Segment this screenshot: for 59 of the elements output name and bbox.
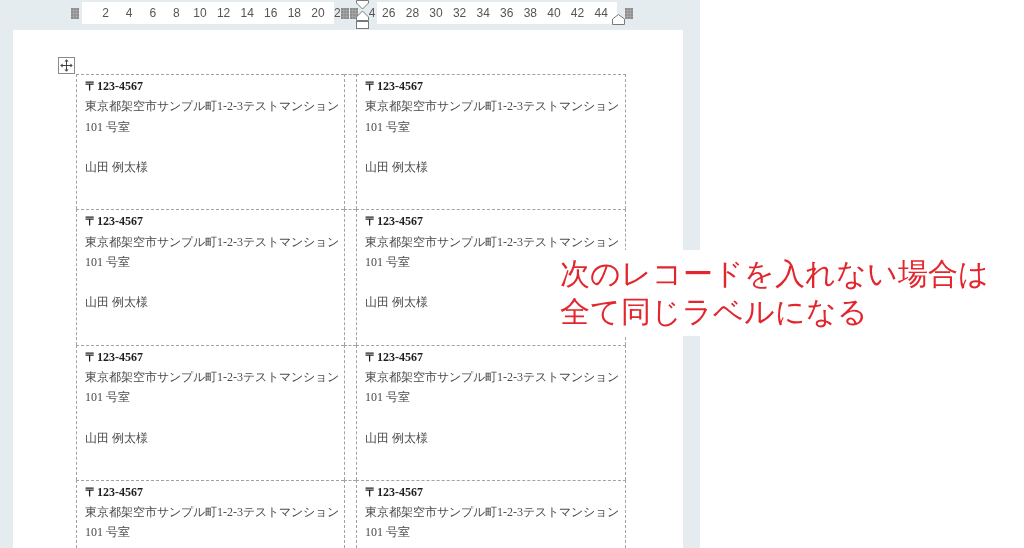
room-text: 101 号室	[85, 253, 130, 271]
postal-code-text: 〒123-4567	[85, 78, 143, 95]
address-text: 東京都架空市サンプル町1-2-3テストマンション	[85, 504, 339, 522]
ruler-number: 34	[476, 6, 490, 20]
ruler-number: 42	[570, 6, 585, 20]
postal-code-text: 〒123-4567	[85, 348, 143, 366]
recipient-name-text: 山田 例太様	[85, 294, 148, 312]
ruler-number: 28	[405, 6, 420, 20]
address-text: 東京都架空市サンプル町1-2-3テストマンション	[85, 233, 339, 251]
room-text: 101 号室	[365, 118, 410, 136]
address-text: 東京都架空市サンプル町1-2-3テストマンション	[85, 98, 339, 116]
indent-marker-icon[interactable]	[355, 0, 369, 29]
address-text: 東京都架空市サンプル町1-2-3テストマンション	[365, 233, 619, 251]
postal-code-text: 〒123-4567	[365, 483, 423, 501]
room-text: 101 号室	[85, 389, 130, 407]
ruler-number: 10	[193, 6, 207, 20]
column-marker-icon[interactable]	[625, 8, 633, 19]
recipient-name-text: 山田 例太様	[85, 159, 148, 177]
address-text: 東京都架空市サンプル町1-2-3テストマンション	[365, 368, 619, 386]
postal-code-text: 〒123-4567	[365, 78, 423, 95]
ruler-number: 2	[102, 6, 109, 20]
recipient-name-text: 山田 例太様	[365, 159, 428, 177]
column-marker-icon[interactable]	[349, 8, 358, 19]
ruler-number: 16	[264, 6, 278, 20]
room-text: 101 号室	[365, 524, 410, 542]
ruler-number: 14	[240, 6, 254, 20]
ruler-number: 20	[311, 6, 325, 20]
ruler-number: 12	[216, 6, 231, 20]
ruler-number: 36	[500, 6, 514, 20]
ruler-number: 38	[523, 6, 538, 20]
postal-code-text: 〒123-4567	[365, 213, 423, 231]
ruler-number: 2	[334, 6, 341, 20]
address-text: 東京都架空市サンプル町1-2-3テストマンション	[365, 504, 619, 522]
address-text: 東京都架空市サンプル町1-2-3テストマンション	[365, 98, 619, 116]
postal-code-text: 〒123-4567	[85, 483, 143, 501]
ruler-number: 26	[382, 6, 396, 20]
ruler-number: 44	[594, 6, 608, 20]
room-text: 101 号室	[85, 524, 130, 542]
column-marker-icon[interactable]	[71, 8, 79, 19]
ruler-number: 4	[368, 6, 376, 20]
ruler-number: 40	[547, 6, 561, 20]
recipient-name-text: 山田 例太様	[85, 429, 148, 447]
room-text: 101 号室	[85, 118, 130, 136]
move-handle-icon[interactable]	[58, 57, 75, 74]
recipient-name-text: 山田 例太様	[365, 294, 428, 312]
column-marker-icon[interactable]	[340, 8, 349, 19]
ruler-number: 8	[173, 6, 180, 20]
ruler-number: 18	[287, 6, 301, 20]
postal-code-text: 〒123-4567	[85, 213, 143, 231]
address-text: 東京都架空市サンプル町1-2-3テストマンション	[85, 368, 339, 386]
ruler-number: 4	[125, 6, 133, 20]
room-text: 101 号室	[365, 253, 410, 271]
ruler-number: 6	[149, 6, 157, 20]
postal-code-text: 〒123-4567	[365, 348, 423, 366]
recipient-name-text: 山田 例太様	[365, 429, 428, 447]
right-indent-marker-icon[interactable]	[612, 14, 625, 25]
ruler-number: 30	[429, 6, 443, 20]
ruler-number: 32	[452, 6, 467, 20]
room-text: 101 号室	[365, 389, 410, 407]
